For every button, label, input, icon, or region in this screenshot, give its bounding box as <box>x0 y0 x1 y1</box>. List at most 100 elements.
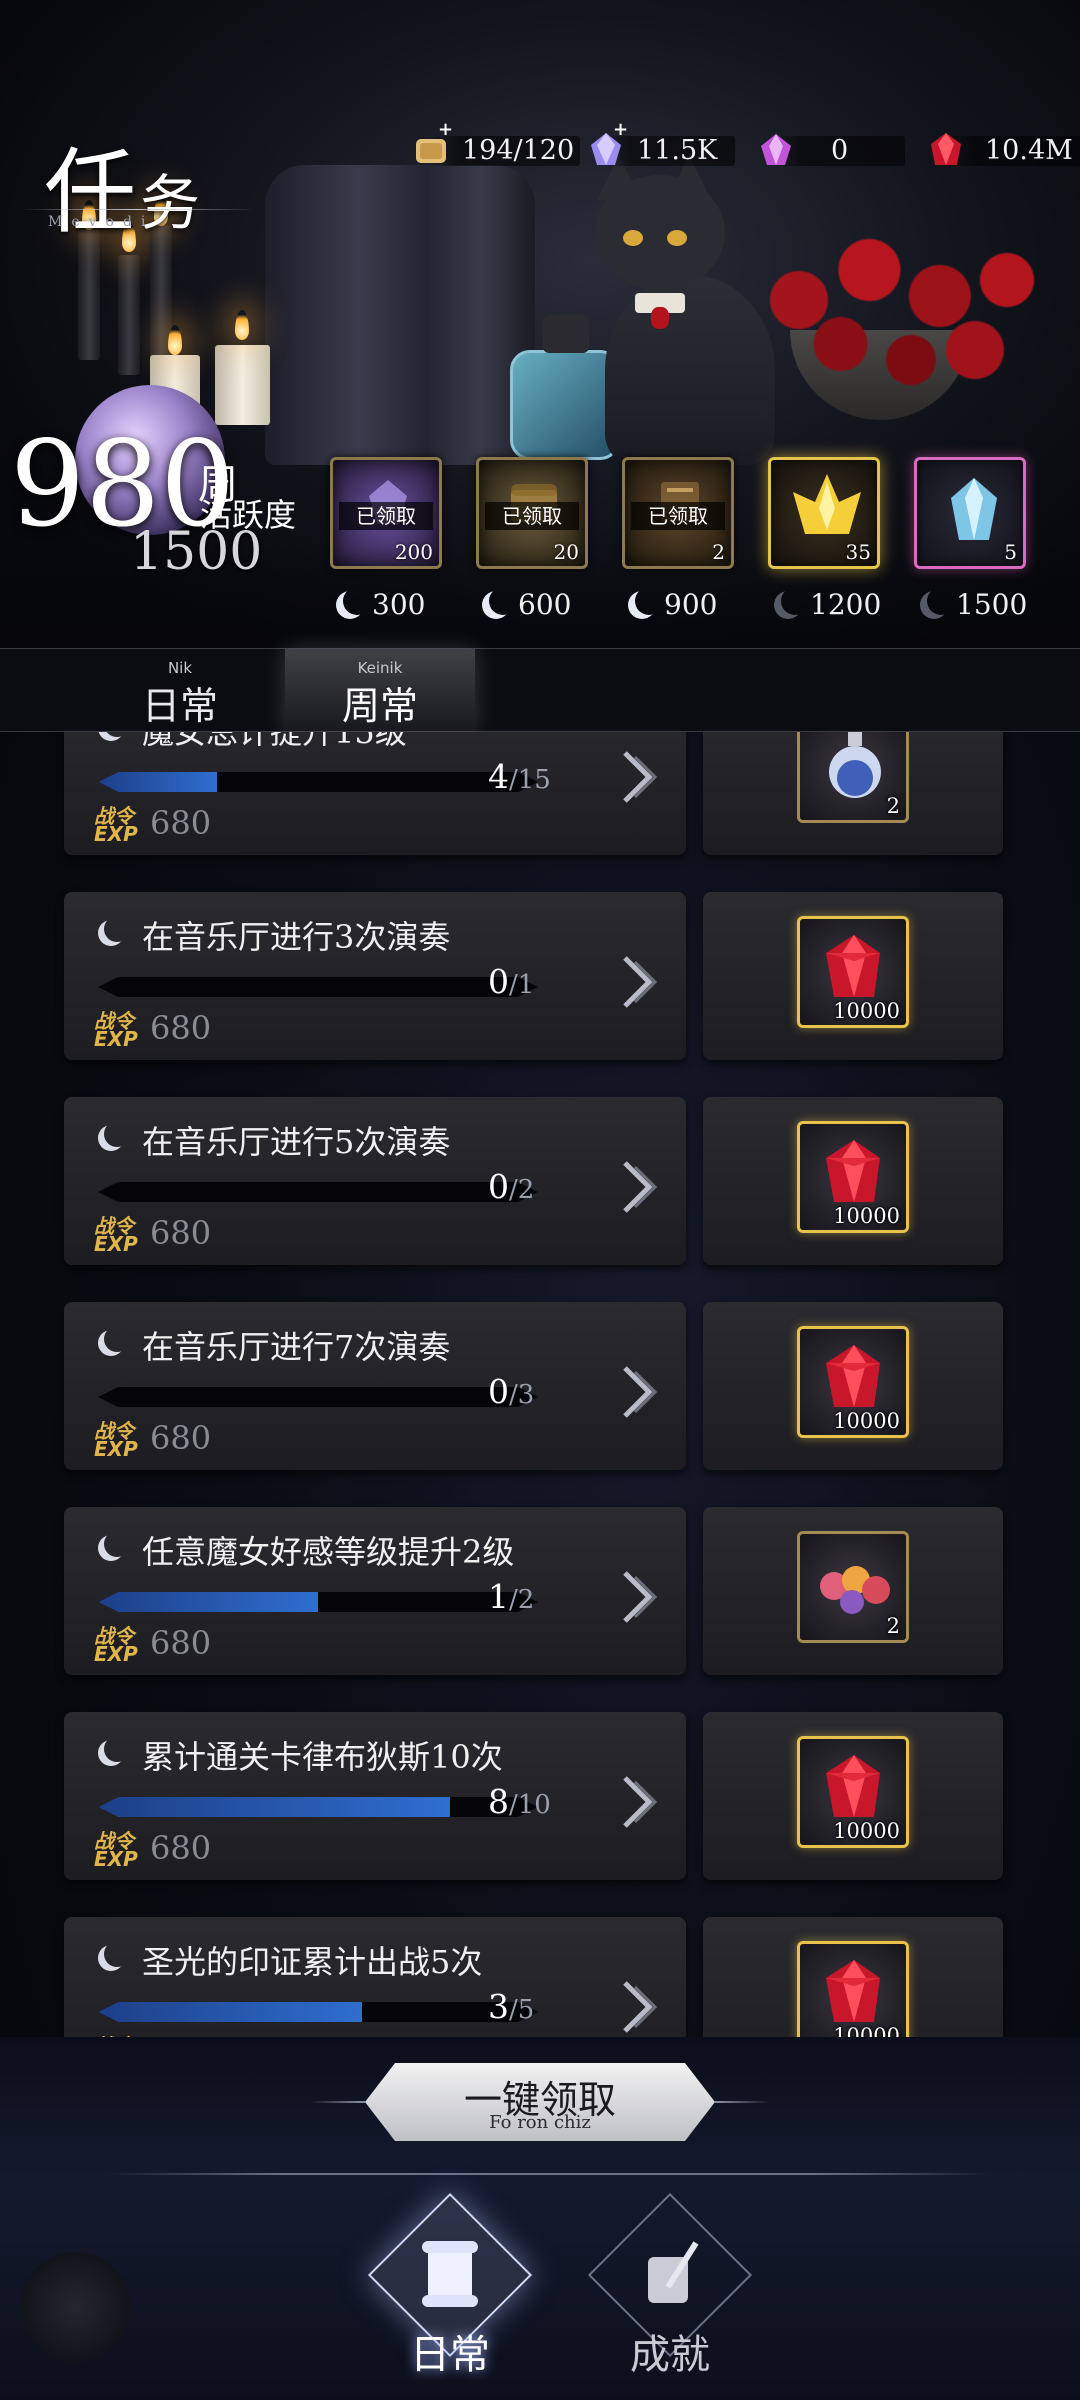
chevron-right-icon[interactable] <box>619 1977 659 2037</box>
task-progress-text: 4/15 <box>488 757 551 796</box>
candle-art <box>118 255 140 375</box>
reward-item[interactable]: 10000 <box>797 916 909 1028</box>
moon-icon <box>98 732 124 741</box>
task-card[interactable]: 在音乐厅进行3次演奏 0/1 战令 EXP 680 <box>64 892 686 1060</box>
divider <box>110 2173 990 2175</box>
reward-item[interactable]: 2 <box>797 732 909 823</box>
battle-pass-exp-icon: 战令 EXP <box>94 804 138 846</box>
chevron-right-icon[interactable] <box>619 1567 659 1627</box>
tab-weekly[interactable]: Keinik 周常 <box>285 649 475 733</box>
divider <box>715 2101 770 2103</box>
milestone-label-300: 300 <box>336 588 425 621</box>
task-reward-card[interactable]: 2 <box>703 1507 1003 1675</box>
milestone-label-1500: 1500 <box>920 588 1027 621</box>
task-exp-value: 680 <box>150 1214 212 1252</box>
claim-all-button[interactable]: 一键领取 Fo ron chiz <box>365 2063 715 2141</box>
task-name: 任意魔女好感等级提升2级 <box>142 1533 515 1571</box>
task-progress-bar <box>98 1182 538 1202</box>
task-progress-fill <box>98 2002 362 2022</box>
curtain-art <box>265 165 535 465</box>
task-reward-card[interactable]: 10000 <box>703 1917 1003 2037</box>
reward-item[interactable]: 10000 <box>797 1941 909 2037</box>
task-list[interactable]: 魔女总计提升15级 4/15 战令 EXP 680 2 在音乐厅进行3次演奏 0/1 战令 EXP… <box>0 732 1080 2037</box>
task-name: 在音乐厅进行5次演奏 <box>142 1123 451 1161</box>
potion-icon <box>829 732 881 798</box>
plus-icon[interactable]: + <box>438 121 454 139</box>
battle-pass-exp-icon: 战令 EXP <box>94 1624 138 1666</box>
task-card[interactable]: 圣光的印证累计出战5次3/5战令EXP680 <box>64 1917 686 2037</box>
currency-pink-gem: 0 <box>755 130 905 170</box>
tab-bar: Nik 日常 Keinik 周常 <box>0 648 1080 733</box>
task-progress-text: 0/3 <box>488 1372 535 1411</box>
moon-icon <box>98 1535 124 1561</box>
reward-quantity: 10000 <box>833 999 900 1023</box>
milestone-900[interactable]: 已领取 2 <box>622 457 734 569</box>
reward-quantity: 10000 <box>833 1409 900 1433</box>
task-progress-text: 3/5 <box>488 1987 535 2026</box>
task-progress-text: 0/1 <box>488 962 535 1001</box>
currency-red-ruby: 10.4M <box>925 129 1080 171</box>
task-progress-fill <box>98 1797 450 1817</box>
task-card[interactable]: 累计通关卡律布狄斯10次 8/10 战令 EXP 680 <box>64 1712 686 1880</box>
task-reward-card[interactable]: 2 <box>703 732 1003 855</box>
task-name: 圣光的印证累计出战5次 <box>142 1943 483 1981</box>
milestone-label-1200: 1200 <box>774 588 881 621</box>
milestone-1500[interactable]: 5 <box>914 457 1026 569</box>
chevron-right-icon[interactable] <box>619 1362 659 1422</box>
currency-purple-crystal[interactable]: + 11.5K <box>585 121 735 171</box>
task-progress-bar <box>98 772 538 792</box>
reward-item[interactable]: 2 <box>797 1531 909 1643</box>
battle-pass-exp-icon: 战令 EXP <box>94 1419 138 1461</box>
divider <box>310 2101 365 2103</box>
chevron-right-icon[interactable] <box>619 1772 659 1832</box>
nav-daily[interactable]: 日常 <box>360 2192 540 2387</box>
task-card[interactable]: 在音乐厅进行5次演奏 0/2 战令 EXP 680 <box>64 1097 686 1265</box>
title-underline <box>20 209 254 210</box>
purple-crystal-icon: + <box>585 121 628 171</box>
task-progress-fill <box>98 772 217 792</box>
task-name: 在音乐厅进行7次演奏 <box>142 1328 451 1366</box>
nav-achievement[interactable]: 成就 <box>580 2192 760 2387</box>
task-card[interactable]: 任意魔女好感等级提升2级 1/2 战令 EXP 680 <box>64 1507 686 1675</box>
task-reward-card[interactable]: 10000 <box>703 1712 1003 1880</box>
task-name: 魔女总计提升15级 <box>142 732 407 751</box>
reward-quantity: 10000 <box>833 1819 900 1843</box>
reward-item[interactable]: 10000 <box>797 1736 909 1848</box>
plus-icon[interactable]: + <box>613 121 629 139</box>
black-cat-art <box>585 155 785 465</box>
task-progress-text: 1/2 <box>488 1577 535 1616</box>
candy-icon <box>820 1566 890 1614</box>
moon-icon <box>98 1945 124 1971</box>
reward-item[interactable]: 10000 <box>797 1121 909 1233</box>
task-progress-fill <box>98 1592 318 1612</box>
milestone-300[interactable]: 已领取 200 <box>330 457 442 569</box>
moon-icon <box>628 591 656 619</box>
task-progress-bar <box>98 977 538 997</box>
reward-quantity: 2 <box>886 1614 900 1638</box>
moon-icon <box>774 591 802 619</box>
red-ruby-icon <box>925 129 967 171</box>
task-reward-card[interactable]: 10000 <box>703 1097 1003 1265</box>
task-card[interactable]: 魔女总计提升15级 4/15 战令 EXP 680 <box>64 732 686 855</box>
chevron-right-icon[interactable] <box>619 747 659 807</box>
tab-daily[interactable]: Nik 日常 <box>100 649 260 733</box>
currency-stamina[interactable]: + 194/120 <box>410 121 580 170</box>
activity-max: 1500 <box>130 522 263 582</box>
chevron-right-icon[interactable] <box>619 952 659 1012</box>
task-card[interactable]: 在音乐厅进行7次演奏 0/3 战令 EXP 680 <box>64 1302 686 1470</box>
quill-scroll-icon <box>648 2241 699 2303</box>
moon-icon <box>98 1740 124 1766</box>
moon-icon <box>98 920 124 946</box>
reward-item[interactable]: 10000 <box>797 1326 909 1438</box>
task-exp-value: 680 <box>150 1419 212 1457</box>
moon-icon <box>98 1330 124 1356</box>
reward-quantity: 2 <box>886 794 900 818</box>
chevron-right-icon[interactable] <box>619 1157 659 1217</box>
task-reward-card[interactable]: 10000 <box>703 892 1003 1060</box>
scroll-icon <box>422 2241 478 2307</box>
milestone-1200[interactable]: 35 <box>768 457 880 569</box>
milestone-label-900: 900 <box>628 588 717 621</box>
task-exp-value: 680 <box>150 804 212 842</box>
task-reward-card[interactable]: 10000 <box>703 1302 1003 1470</box>
milestone-600[interactable]: 已领取 20 <box>476 457 588 569</box>
